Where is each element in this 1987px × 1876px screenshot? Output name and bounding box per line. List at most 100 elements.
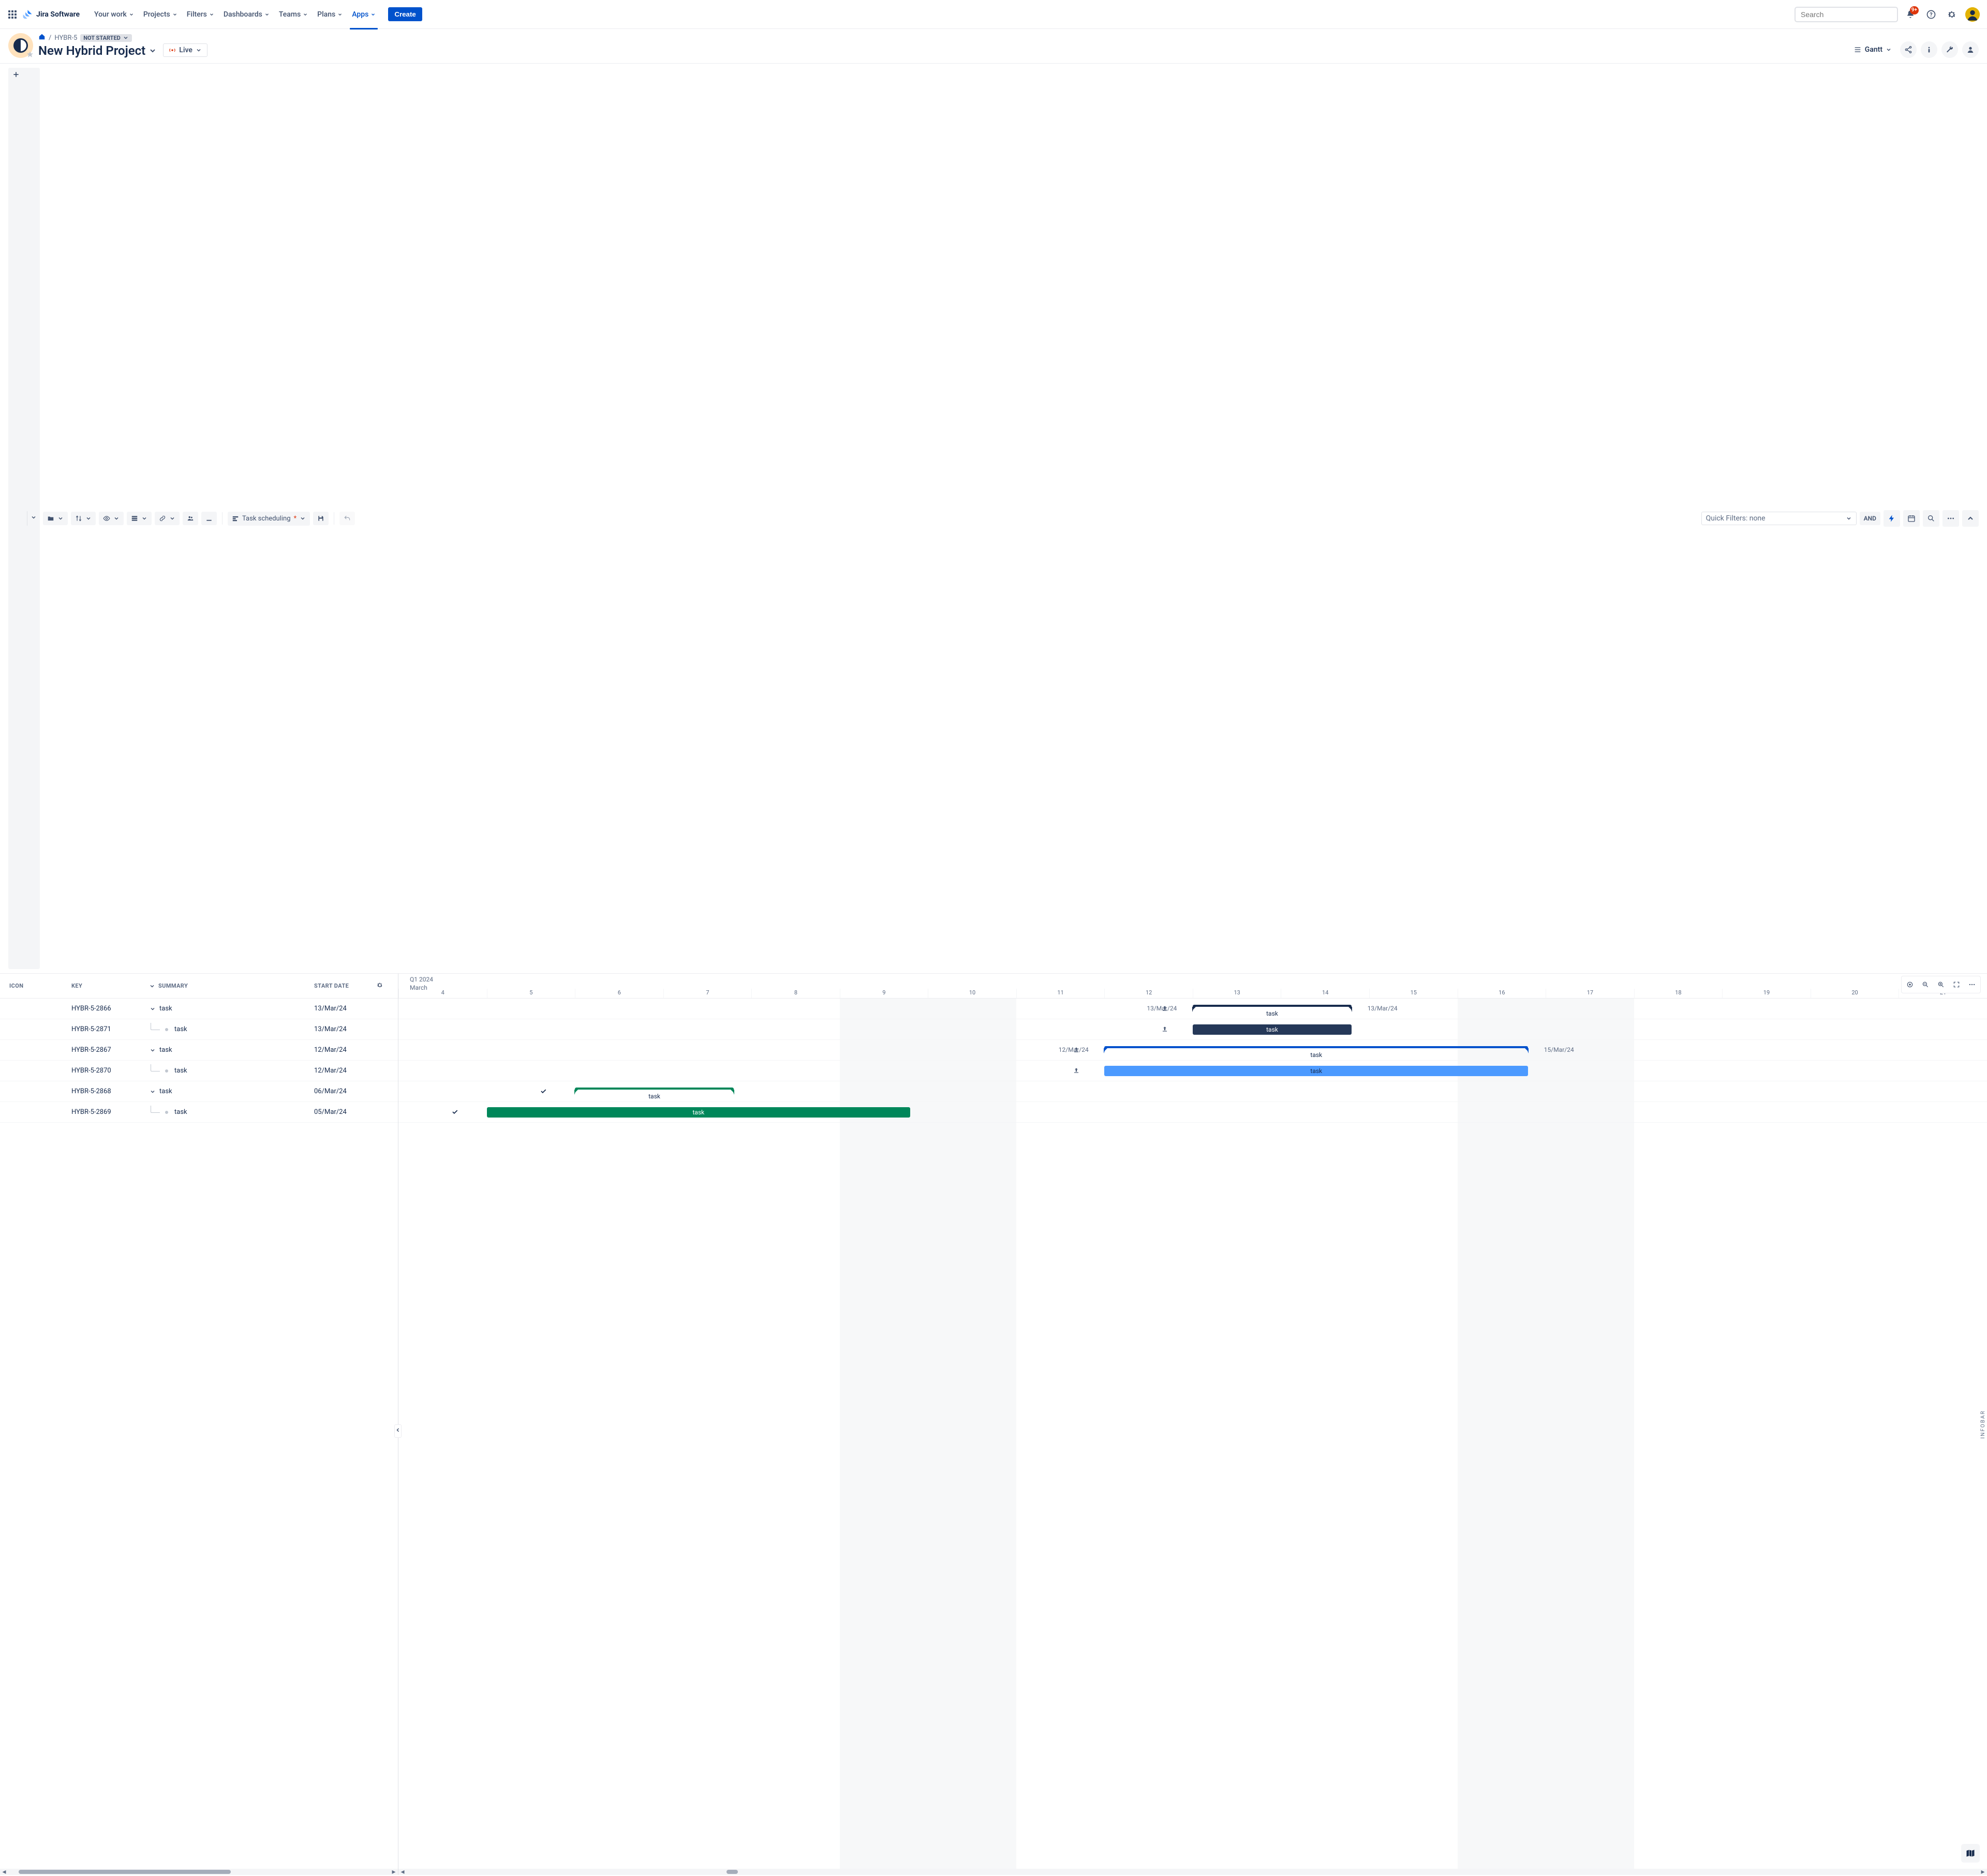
- search-field[interactable]: [1795, 7, 1898, 22]
- expand-toggle[interactable]: [149, 1047, 156, 1054]
- col-header-key[interactable]: KEY: [71, 982, 149, 989]
- gantt-row[interactable]: task12/Mar/2415/Mar/24: [398, 1040, 1987, 1061]
- nav-item-projects[interactable]: Projects: [139, 8, 182, 21]
- nav-item-apps[interactable]: Apps: [348, 8, 380, 21]
- expand-toggle[interactable]: [149, 1005, 156, 1013]
- auto-button[interactable]: [1884, 510, 1900, 527]
- team-button[interactable]: [183, 512, 198, 525]
- feedback-button[interactable]: [1961, 1844, 1980, 1863]
- calendar-button[interactable]: [1903, 510, 1920, 527]
- export-button[interactable]: [201, 512, 217, 525]
- zoom-out-button[interactable]: [1918, 977, 1933, 992]
- gantt-bar[interactable]: task: [1193, 1005, 1352, 1008]
- share-button[interactable]: [1900, 41, 1917, 58]
- save-button[interactable]: [313, 512, 329, 525]
- gantt-bar[interactable]: task: [575, 1088, 734, 1091]
- table-row[interactable]: HYBR-5-2870task12/Mar/24: [0, 1061, 398, 1081]
- summary-text: task: [174, 1108, 187, 1116]
- breadcrumb-key[interactable]: HYBR-5: [54, 34, 77, 42]
- gantt-row[interactable]: task: [398, 1102, 1987, 1123]
- project-title[interactable]: New Hybrid Project: [38, 43, 157, 58]
- nav-item-plans[interactable]: Plans: [313, 8, 347, 21]
- collapse-toolbar-button[interactable]: [1962, 510, 1979, 527]
- breadcrumb-home[interactable]: [38, 33, 46, 42]
- scroll-right-icon[interactable]: ▸: [1979, 1869, 1987, 1875]
- undo-button[interactable]: [339, 512, 355, 525]
- notifications-button[interactable]: 9+: [1902, 6, 1919, 23]
- issue-key[interactable]: HYBR-5-2871: [71, 1025, 149, 1033]
- collapse-left-pane[interactable]: [394, 1424, 402, 1438]
- scroll-left-icon[interactable]: ◂: [398, 1869, 407, 1875]
- table-row[interactable]: HYBR-5-2868task06/Mar/24: [0, 1081, 398, 1102]
- tree-line-icon: [151, 1106, 160, 1113]
- gantt-row[interactable]: task: [398, 1019, 1987, 1040]
- scroll-left-icon[interactable]: ◂: [0, 1869, 8, 1875]
- link-button[interactable]: [155, 512, 180, 525]
- gantt-bar[interactable]: task: [487, 1107, 911, 1118]
- gantt-row[interactable]: task13/Mar/2413/Mar/24: [398, 999, 1987, 1019]
- status-badge[interactable]: NOT STARTED: [80, 34, 132, 42]
- people-button[interactable]: [1962, 41, 1979, 58]
- folder-button[interactable]: [43, 512, 68, 525]
- infobar-toggle[interactable]: INFOBAR: [1979, 1407, 1987, 1441]
- table-row[interactable]: HYBR-5-2869task05/Mar/24: [0, 1102, 398, 1123]
- toolbar-search-button[interactable]: [1923, 510, 1939, 527]
- issue-key[interactable]: HYBR-5-2866: [71, 1005, 149, 1013]
- gantt-row[interactable]: task: [398, 1081, 1987, 1102]
- nav-item-teams[interactable]: Teams: [275, 8, 312, 21]
- nav-item-filters[interactable]: Filters: [183, 8, 218, 21]
- table-row[interactable]: HYBR-5-2867task12/Mar/24: [0, 1040, 398, 1061]
- project-avatar[interactable]: [8, 33, 33, 58]
- col-header-start[interactable]: START DATE: [314, 982, 376, 989]
- zoom-in-button[interactable]: [1934, 977, 1948, 992]
- expand-toggle[interactable]: [149, 1088, 156, 1095]
- product-logo[interactable]: Jira Software: [23, 9, 80, 20]
- settings-button[interactable]: [1944, 6, 1960, 23]
- gantt-more-button[interactable]: [1965, 977, 1979, 992]
- issue-key[interactable]: HYBR-5-2868: [71, 1088, 149, 1095]
- scrollbar-thumb[interactable]: [726, 1870, 738, 1874]
- table-h-scrollbar[interactable]: ◂ ▸: [0, 1869, 398, 1875]
- view-switcher[interactable]: Gantt: [1849, 43, 1896, 56]
- search-input[interactable]: [1800, 9, 1895, 20]
- help-button[interactable]: ?: [1923, 6, 1939, 23]
- issue-key[interactable]: HYBR-5-2870: [71, 1067, 149, 1075]
- star-icon[interactable]: [26, 51, 34, 59]
- app-switcher[interactable]: [6, 8, 19, 21]
- live-mode-button[interactable]: Live: [163, 43, 207, 57]
- gantt-h-scrollbar[interactable]: ◂ ▸: [398, 1869, 1987, 1875]
- quick-filters[interactable]: Quick Filters: none: [1701, 512, 1857, 525]
- check-icon: [540, 1088, 547, 1095]
- issue-key[interactable]: HYBR-5-2869: [71, 1108, 149, 1116]
- visibility-button[interactable]: [99, 512, 124, 525]
- sort-button[interactable]: [71, 512, 96, 525]
- scrollbar-thumb[interactable]: [19, 1870, 231, 1874]
- timeline-day: 14: [1281, 989, 1369, 998]
- configure-button[interactable]: [1941, 41, 1958, 58]
- col-header-icon[interactable]: ICON: [9, 982, 71, 989]
- nav-item-your-work[interactable]: Your work: [90, 8, 138, 21]
- table-row[interactable]: HYBR-5-2871task13/Mar/24: [0, 1019, 398, 1040]
- nav-item-dashboards[interactable]: Dashboards: [219, 8, 274, 21]
- people-icon: [187, 515, 194, 522]
- gantt-row[interactable]: task: [398, 1061, 1987, 1081]
- schedule-forward-icon: [1161, 1025, 1168, 1033]
- table-row[interactable]: HYBR-5-2866task13/Mar/24: [0, 999, 398, 1019]
- layout-button[interactable]: [127, 512, 152, 525]
- scroll-right-icon[interactable]: ▸: [390, 1869, 398, 1875]
- fullscreen-button[interactable]: [1949, 977, 1964, 992]
- more-button[interactable]: [1942, 510, 1959, 527]
- info-button[interactable]: [1921, 41, 1937, 58]
- configure-columns-button[interactable]: [376, 981, 389, 990]
- gantt-bar[interactable]: task: [1104, 1046, 1528, 1049]
- gantt-bar[interactable]: task: [1104, 1066, 1528, 1076]
- profile-avatar[interactable]: [1964, 6, 1981, 23]
- create-button[interactable]: Create: [388, 7, 422, 21]
- issue-key[interactable]: HYBR-5-2867: [71, 1046, 149, 1054]
- col-header-summary[interactable]: SUMMARY: [149, 982, 314, 989]
- add-button[interactable]: [8, 68, 40, 969]
- filter-logic-button[interactable]: AND: [1860, 512, 1880, 525]
- task-scheduling-button[interactable]: Task scheduling*: [228, 512, 310, 526]
- gantt-bar[interactable]: task: [1193, 1024, 1352, 1035]
- zoom-fit-button[interactable]: [1903, 977, 1917, 992]
